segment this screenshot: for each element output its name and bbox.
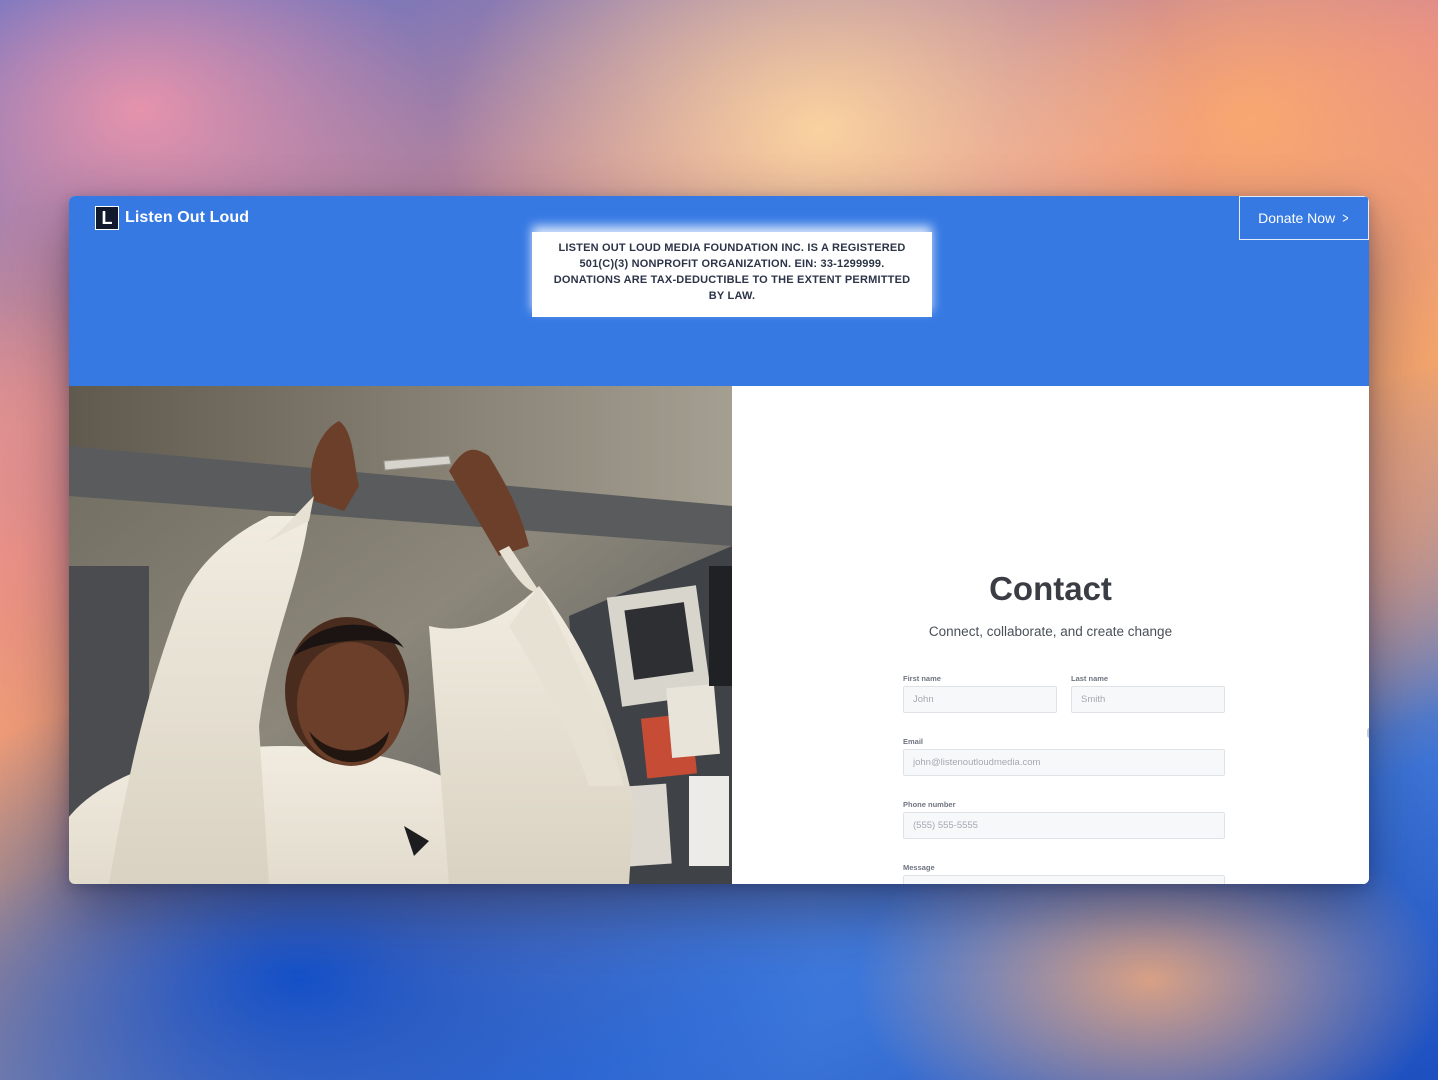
donate-now-button[interactable]: Donate Now > <box>1239 196 1369 240</box>
brand-name: Listen Out Loud <box>125 209 250 226</box>
phone-label: Phone number <box>903 800 956 809</box>
first-name-field-wrapper <box>903 686 1057 713</box>
contact-section: Contact Connect, collaborate, and create… <box>732 386 1369 884</box>
message-label: Message <box>903 863 935 872</box>
brand-logo-link[interactable]: L Listen Out Loud <box>95 206 249 230</box>
email-label: Email <box>903 737 924 746</box>
first-name-label: First name <box>903 674 941 683</box>
contact-subtitle: Connect, collaborate, and create change <box>928 624 1173 639</box>
last-name-label: Last name <box>1071 674 1109 683</box>
phone-field-wrapper <box>903 812 1225 839</box>
brand-logo-icon: L <box>95 206 119 230</box>
last-name-input[interactable] <box>1072 687 1224 712</box>
message-field-wrapper <box>903 875 1225 884</box>
person-photo-illustration <box>69 386 732 884</box>
hero-banner: L Listen Out Loud LISTEN OUT LOUD MEDIA … <box>69 196 1369 386</box>
nonprofit-notice: LISTEN OUT LOUD MEDIA FOUNDATION INC. IS… <box>532 232 932 317</box>
message-input[interactable] <box>904 876 1224 884</box>
first-name-input[interactable] <box>904 687 1056 712</box>
nonprofit-notice-text: LISTEN OUT LOUD MEDIA FOUNDATION INC. IS… <box>553 242 911 302</box>
hero-photo <box>69 386 732 884</box>
chevron-right-icon: > <box>1342 209 1349 227</box>
phone-input[interactable] <box>904 813 1224 838</box>
email-field-wrapper <box>903 749 1225 776</box>
email-input[interactable] <box>904 750 1224 775</box>
contact-title: Contact <box>989 570 1112 607</box>
browser-window: L Listen Out Loud LISTEN OUT LOUD MEDIA … <box>69 196 1369 884</box>
donate-now-label: Donate Now <box>1258 210 1336 226</box>
last-name-field-wrapper <box>1071 686 1225 713</box>
scroll-handle[interactable] <box>1367 728 1369 738</box>
